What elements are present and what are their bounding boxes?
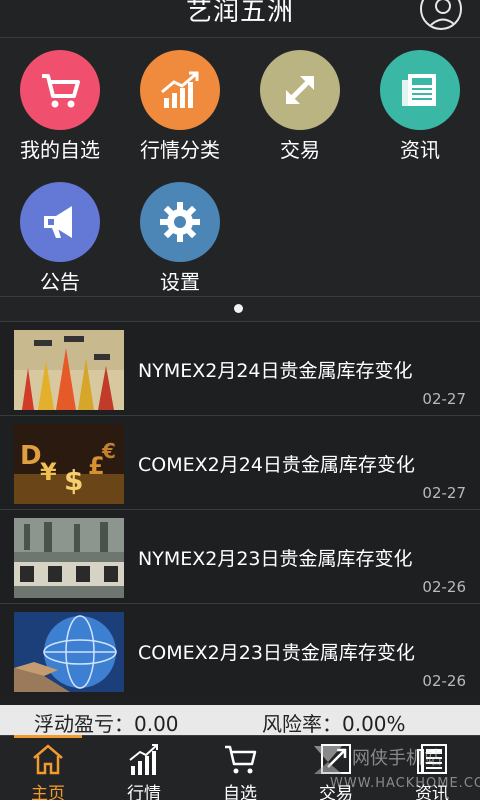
grid-item-trade[interactable]: 交易	[240, 38, 360, 164]
grid-item-market-categories[interactable]: 行情分类	[120, 38, 240, 164]
home-icon	[33, 744, 63, 775]
grid-item-label: 公告	[40, 270, 80, 294]
news-item[interactable]: COMEX2月23日贵金属库存变化 02-26	[0, 603, 480, 697]
news-date: 02-26	[422, 578, 466, 596]
news-date: 02-26	[422, 672, 466, 690]
expand-arrows-icon	[260, 50, 340, 130]
newspaper-icon	[380, 50, 460, 130]
news-title: COMEX2月24日贵金属库存变化	[138, 454, 415, 476]
cart-icon	[20, 50, 100, 130]
grid-item-label: 我的自选	[20, 138, 100, 162]
grid-item-label: 设置	[160, 270, 200, 294]
news-title: COMEX2月23日贵金属库存变化	[138, 642, 415, 664]
news-item[interactable]: D ¥ $ £ € COMEX2月24日贵金属库存变化 02-27	[0, 415, 480, 509]
news-thumbnail	[14, 518, 124, 598]
watermark-logo-icon	[314, 746, 342, 774]
cart-icon	[225, 745, 257, 774]
gear-icon	[140, 182, 220, 262]
svg-text:$: $	[64, 464, 83, 497]
app-header: 艺润五洲	[0, 0, 480, 38]
grid-item-my-watchlist[interactable]: 我的自选	[0, 38, 120, 164]
news-item[interactable]: NYMEX2月24日贵金属库存变化 02-27	[0, 321, 480, 415]
page-dot-active	[234, 304, 243, 313]
watermark-url: WWW.HACKHOME.COM	[330, 776, 480, 791]
chart-up-icon	[140, 50, 220, 130]
app-title: 艺润五洲	[185, 0, 294, 27]
tab-label: 行情	[127, 784, 161, 800]
news-item[interactable]: NYMEX2月23日贵金属库存变化 02-26	[0, 509, 480, 603]
news-thumbnail	[14, 330, 124, 410]
floating-pnl: 浮动盈亏：0.00	[34, 712, 179, 736]
svg-text:D: D	[20, 441, 42, 471]
grid-item-announcements[interactable]: 公告	[0, 170, 120, 296]
grid-item-settings[interactable]: 设置	[120, 170, 240, 296]
news-date: 02-27	[422, 484, 466, 502]
active-tab-indicator	[14, 735, 82, 738]
news-date: 02-27	[422, 390, 466, 408]
tab-label: 自选	[223, 784, 257, 800]
news-title: NYMEX2月24日贵金属库存变化	[138, 360, 413, 382]
tab-home[interactable]: 主页	[0, 736, 96, 800]
risk-rate: 风险率：0.00%	[262, 712, 406, 736]
chart-icon	[129, 744, 158, 775]
account-status-bar: 浮动盈亏：0.00 风险率：0.00%	[0, 705, 480, 736]
tab-market[interactable]: 行情	[96, 736, 192, 800]
tab-watchlist[interactable]: 自选	[192, 736, 288, 800]
grid-item-label: 行情分类	[140, 138, 220, 162]
grid-item-label: 资讯	[400, 138, 440, 162]
watermark-text: 网侠手机站	[352, 748, 442, 769]
grid-item-news[interactable]: 资讯	[360, 38, 480, 164]
page-indicator	[0, 297, 480, 321]
function-grid: 我的自选 行情分类 交易 资讯 公告 设置	[0, 38, 480, 296]
megaphone-icon	[20, 182, 100, 262]
svg-text:€: €	[101, 439, 116, 463]
grid-item-label: 交易	[280, 138, 320, 162]
news-title: NYMEX2月23日贵金属库存变化	[138, 548, 413, 570]
watermark: 网侠手机站 WWW.HACKHOME.COM	[308, 738, 480, 798]
news-thumbnail	[14, 612, 124, 692]
tab-label: 主页	[31, 784, 65, 800]
svg-text:¥: ¥	[40, 458, 57, 486]
news-thumbnail: D ¥ $ £ €	[14, 424, 124, 504]
